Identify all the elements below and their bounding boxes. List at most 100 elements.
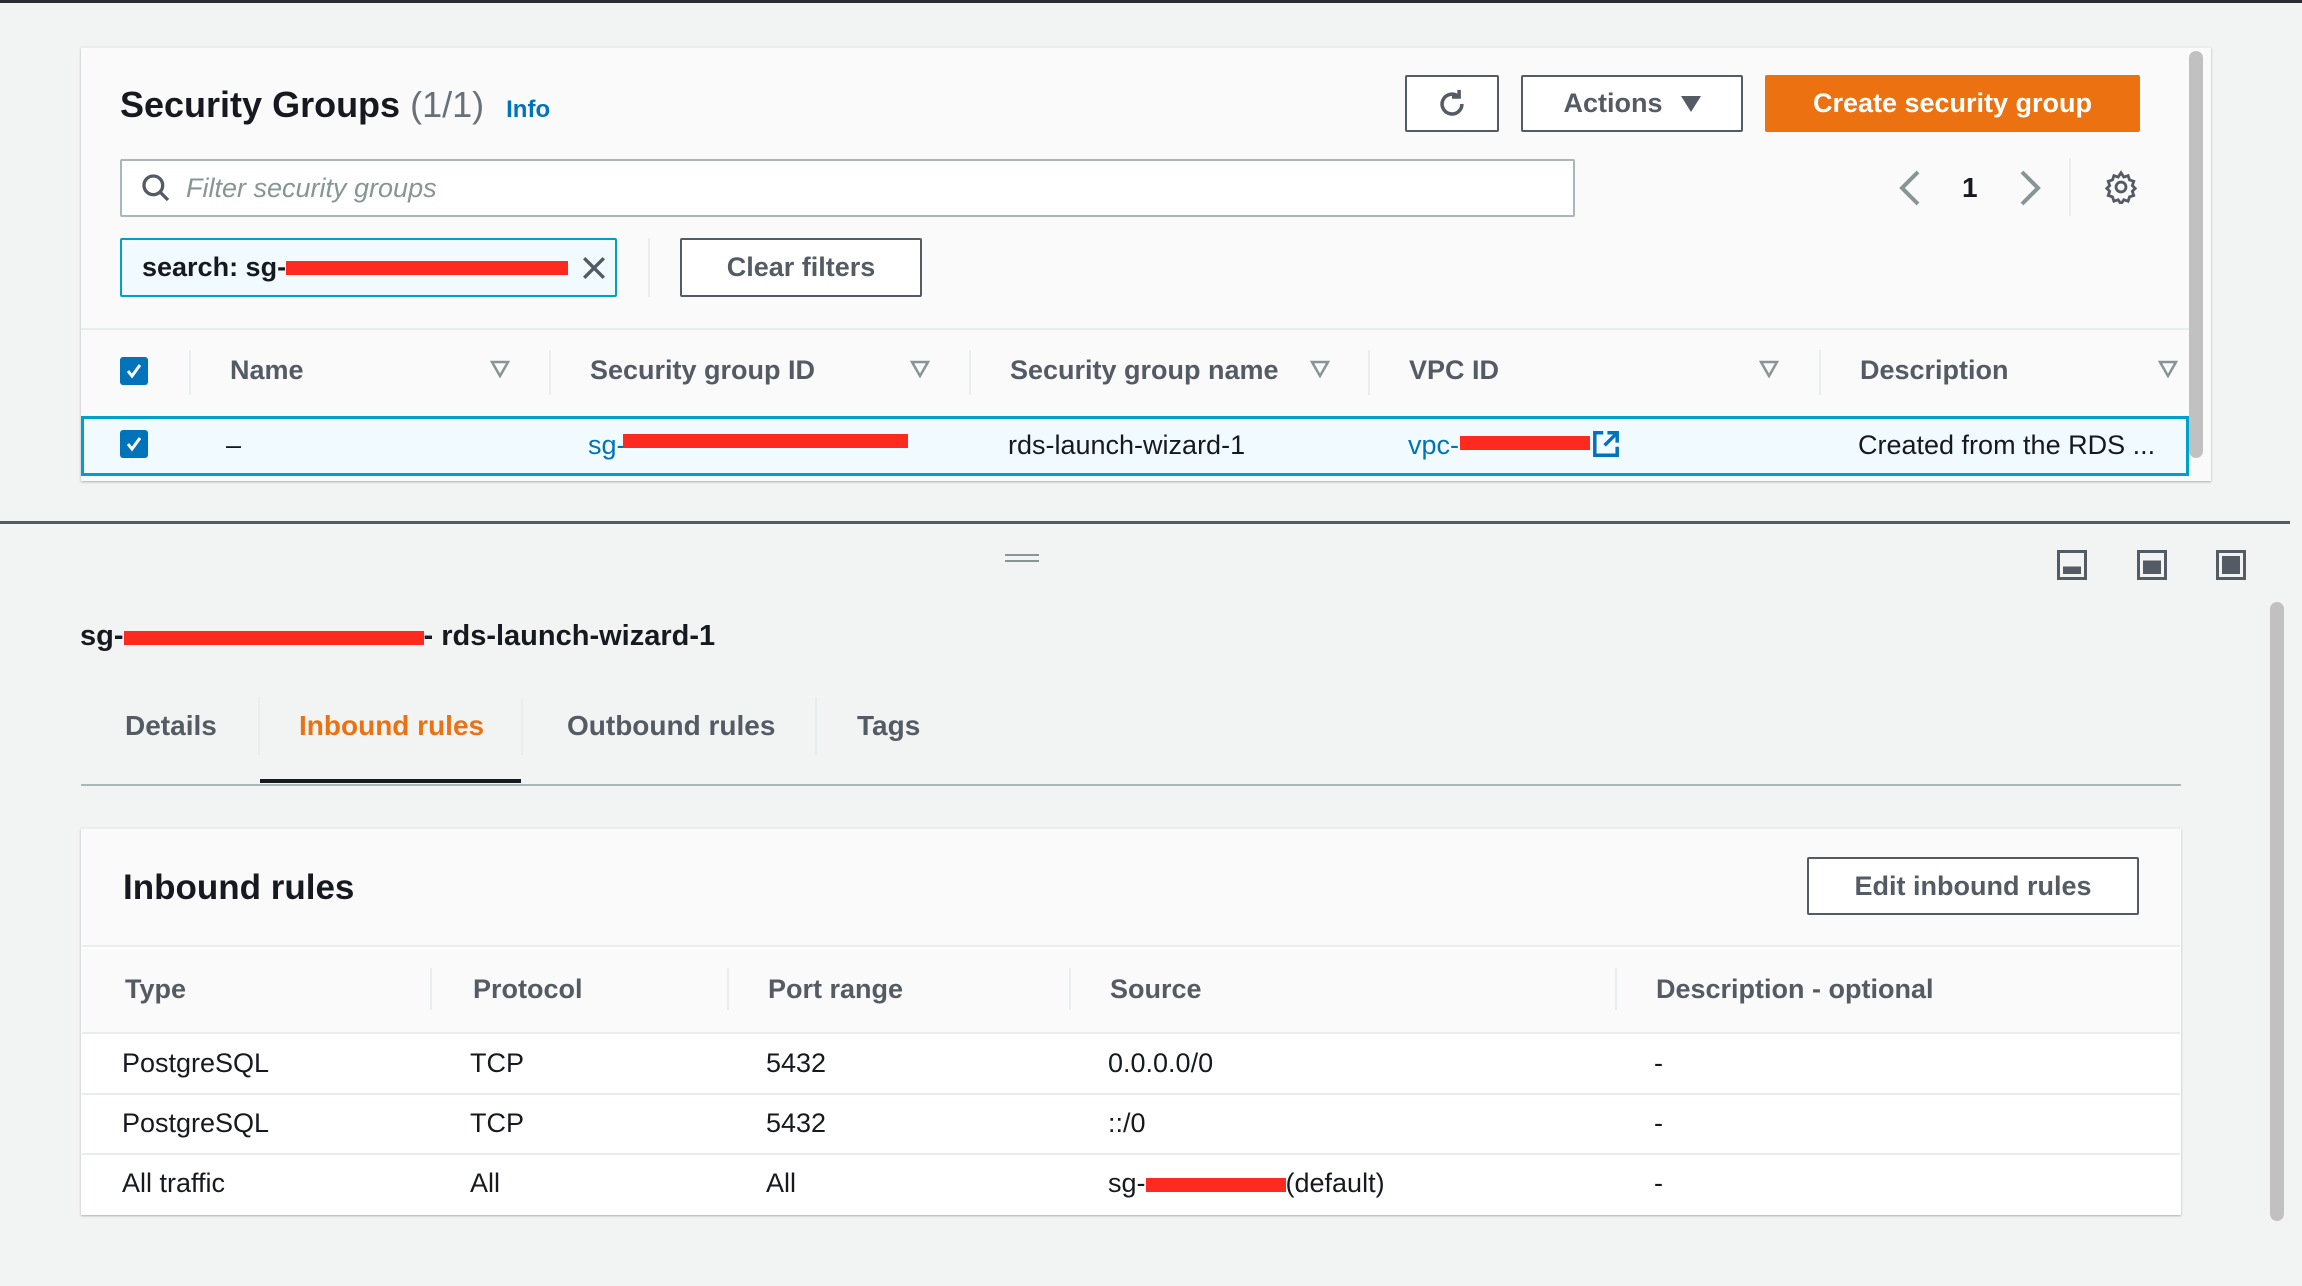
tab-sep bbox=[521, 697, 523, 755]
inbound-title: Inbound rules bbox=[123, 868, 355, 907]
tab-inbound-rules[interactable]: Inbound rules bbox=[299, 710, 484, 742]
create-security-group-button[interactable]: Create security group bbox=[1765, 75, 2140, 132]
col-header-sg-name[interactable]: Security group name bbox=[1010, 355, 1279, 386]
tab-sep bbox=[258, 697, 260, 755]
redaction bbox=[623, 434, 908, 448]
sort-icon[interactable] bbox=[1759, 360, 1779, 378]
page-title: Security Groups (1/1) Info bbox=[120, 84, 550, 126]
col-sep bbox=[1069, 968, 1071, 1010]
cell-sg-name: rds-launch-wizard-1 bbox=[1008, 430, 1246, 460]
cell-description: Created from the RDS ... bbox=[1858, 430, 2156, 460]
top-border bbox=[0, 0, 2302, 3]
title-text: Security Groups bbox=[120, 84, 401, 125]
rule-description: - bbox=[1654, 1108, 1663, 1138]
rule-protocol: All bbox=[470, 1168, 501, 1198]
split-side-icon[interactable] bbox=[2137, 550, 2167, 580]
col-header-name[interactable]: Name bbox=[230, 355, 304, 386]
col-header-description: Description - optional bbox=[1656, 974, 1934, 1004]
col-sep bbox=[1819, 350, 1821, 395]
cell-sg-id-link[interactable]: sg- bbox=[588, 430, 626, 461]
active-tab-indicator bbox=[260, 779, 521, 783]
external-link-icon[interactable] bbox=[1592, 430, 1620, 458]
col-header-type: Type bbox=[125, 974, 187, 1004]
count: (1/1) bbox=[410, 84, 485, 125]
tab-outbound-rules[interactable]: Outbound rules bbox=[567, 710, 775, 742]
rule-source: 0.0.0.0/0 bbox=[1108, 1048, 1214, 1078]
clear-filters-button[interactable]: Clear filters bbox=[680, 238, 922, 297]
col-sep bbox=[969, 350, 971, 395]
detail-title-suffix: - rds-launch-wizard-1 bbox=[423, 620, 716, 652]
rule-source: ::/0 bbox=[1108, 1108, 1146, 1138]
actions-label: Actions bbox=[1563, 88, 1663, 118]
page-number[interactable]: 1 bbox=[1962, 172, 1978, 204]
sort-icon[interactable] bbox=[910, 360, 930, 378]
col-sep bbox=[430, 968, 432, 1010]
actions-button[interactable]: Actions bbox=[1521, 75, 1743, 132]
rule-source-prefix: sg- bbox=[1108, 1168, 1146, 1198]
pagination-divider bbox=[2069, 158, 2071, 216]
rule-port: 5432 bbox=[766, 1108, 827, 1138]
col-sep bbox=[727, 968, 729, 1010]
rule-type: PostgreSQL bbox=[122, 1048, 270, 1078]
chip-divider bbox=[648, 238, 650, 297]
filter-chip: search: sg- bbox=[120, 238, 617, 297]
tabs-baseline bbox=[81, 784, 2181, 786]
drag-handle-icon[interactable] bbox=[1005, 554, 1039, 562]
split-full-icon[interactable] bbox=[2216, 550, 2246, 580]
col-header-description[interactable]: Description bbox=[1860, 355, 2009, 386]
col-sep bbox=[549, 350, 551, 395]
rule-source-suffix: (default) bbox=[1285, 1168, 1385, 1198]
rule-description: - bbox=[1654, 1048, 1663, 1078]
tab-tags[interactable]: Tags bbox=[857, 710, 920, 742]
caret-down-icon bbox=[1680, 95, 1701, 112]
search-icon bbox=[142, 174, 170, 202]
col-sep bbox=[1615, 968, 1617, 1010]
col-sep bbox=[1368, 350, 1370, 395]
refresh-icon bbox=[1440, 89, 1464, 116]
filter-chip-text: search: sg- bbox=[142, 252, 287, 282]
row-divider bbox=[82, 1153, 2180, 1155]
rule-protocol: TCP bbox=[470, 1048, 524, 1078]
rule-port: 5432 bbox=[766, 1048, 827, 1078]
redaction bbox=[286, 260, 569, 275]
scrollbar-top[interactable] bbox=[2189, 51, 2203, 458]
col-header-sg-id[interactable]: Security group ID bbox=[590, 355, 815, 386]
info-link[interactable]: Info bbox=[506, 96, 550, 123]
rule-type: PostgreSQL bbox=[122, 1108, 270, 1138]
refresh-button[interactable] bbox=[1405, 75, 1499, 132]
redaction bbox=[123, 631, 424, 645]
detail-title-prefix: sg- bbox=[80, 620, 124, 652]
row-checkbox[interactable] bbox=[120, 430, 148, 458]
col-header-protocol: Protocol bbox=[473, 974, 583, 1004]
rule-protocol: TCP bbox=[470, 1108, 524, 1138]
sort-icon[interactable] bbox=[2158, 360, 2178, 378]
cell-name: – bbox=[226, 430, 242, 460]
previous-page-icon[interactable] bbox=[1898, 170, 1922, 206]
rule-type: All traffic bbox=[122, 1168, 226, 1198]
rule-description: - bbox=[1654, 1168, 1663, 1198]
redaction bbox=[1145, 1178, 1286, 1192]
detail-title: sg- - rds-launch-wizard-1 bbox=[80, 620, 715, 653]
close-icon[interactable] bbox=[580, 254, 608, 282]
row-divider bbox=[82, 1093, 2180, 1095]
filter-placeholder: Filter security groups bbox=[186, 172, 437, 203]
sort-icon[interactable] bbox=[490, 360, 510, 378]
col-header-vpc-id[interactable]: VPC ID bbox=[1409, 355, 1499, 386]
col-header-source: Source bbox=[1110, 974, 1202, 1004]
rule-port: All bbox=[766, 1168, 797, 1198]
split-panel-divider[interactable] bbox=[0, 521, 2290, 524]
settings-gear-icon[interactable] bbox=[2104, 170, 2138, 204]
rule-source: sg- (default) bbox=[1108, 1168, 1385, 1199]
sort-icon[interactable] bbox=[1310, 360, 1330, 378]
filter-input[interactable]: Filter security groups bbox=[120, 159, 1575, 217]
next-page-icon[interactable] bbox=[2018, 170, 2042, 206]
row-divider bbox=[82, 1032, 2180, 1034]
tab-details[interactable]: Details bbox=[125, 710, 217, 742]
scrollbar-bottom[interactable] bbox=[2270, 602, 2284, 1221]
table-top-border bbox=[81, 328, 2189, 330]
cell-vpc-id-link[interactable]: vpc- bbox=[1408, 430, 1459, 461]
edit-inbound-rules-button[interactable]: Edit inbound rules bbox=[1807, 857, 2139, 915]
tab-sep bbox=[815, 697, 817, 755]
select-all-checkbox[interactable] bbox=[120, 357, 148, 385]
split-bottom-icon[interactable] bbox=[2057, 550, 2087, 580]
